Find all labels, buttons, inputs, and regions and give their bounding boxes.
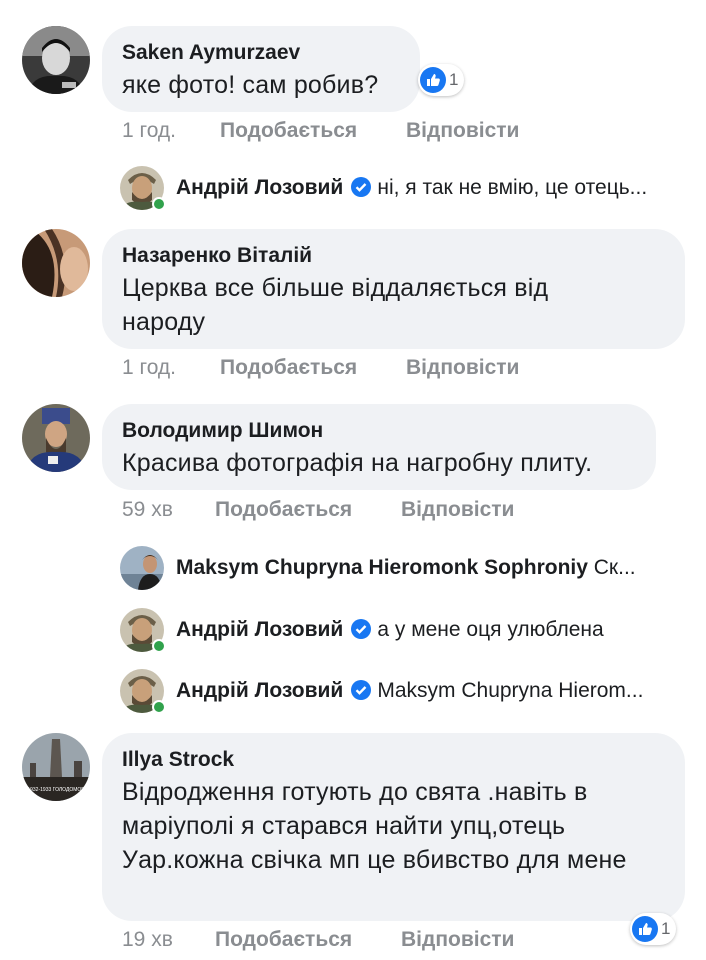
- like-button[interactable]: Подобається: [220, 117, 357, 145]
- reply-author[interactable]: Андрій Лозовий: [176, 679, 343, 702]
- avatar[interactable]: [22, 404, 90, 472]
- reply-text: ні, я так не вмію, це отець...: [377, 176, 648, 199]
- verified-badge-icon: [351, 177, 372, 197]
- comment-time[interactable]: 59 хв: [122, 496, 173, 524]
- reply-item: Андрій Лозовий ні, я так не вмію, це отец…: [120, 166, 706, 211]
- reply-button[interactable]: Відповісти: [406, 354, 519, 382]
- like-button[interactable]: Подобається: [220, 354, 357, 382]
- like-button[interactable]: Подобається: [215, 926, 352, 954]
- comment-bubble: Володимир Шимон Красива фотографія на на…: [102, 404, 656, 490]
- comment-time[interactable]: 1 год.: [122, 354, 176, 382]
- comment-author[interactable]: Illya Strock: [122, 747, 665, 773]
- reaction-number: 1: [449, 70, 459, 89]
- reply-line: Андрій Лозовий а у мене оця улюблена: [176, 616, 676, 644]
- reply-line: Андрій Лозовий Maksym Chupryna Hierom...: [176, 677, 676, 705]
- comment-author[interactable]: Володимир Шимон: [122, 418, 636, 444]
- like-button[interactable]: Подобається: [215, 496, 352, 524]
- comment-author[interactable]: Saken Aymurzaev: [122, 40, 400, 66]
- reply-button[interactable]: Відповісти: [401, 926, 514, 954]
- comment-text: яке фото! сам робив?: [122, 71, 379, 99]
- comment-actions: 59 хв Подобається Відповісти: [122, 496, 622, 524]
- reaction-number: 1: [661, 919, 671, 938]
- reply-text: а у мене оця улюблена: [377, 618, 604, 641]
- comment-actions: 19 хв Подобається Відповісти: [122, 926, 622, 954]
- comment-text: Відродження готують до свята .навіть в м…: [122, 778, 627, 874]
- reply-line: Андрій Лозовий ні, я так не вмію, це отец…: [176, 174, 676, 202]
- avatar[interactable]: [22, 229, 90, 297]
- comment-text: Красива фотографія на нагробну плиту.: [122, 449, 593, 477]
- verified-badge-icon: [351, 619, 372, 639]
- reply-item: Maksym Chupryna Hieromonk Sophroniy Ск..…: [120, 546, 706, 590]
- comment-time[interactable]: 19 хв: [122, 926, 173, 954]
- reply-author[interactable]: Андрій Лозовий: [176, 176, 343, 199]
- online-indicator: [152, 197, 166, 211]
- comment-bubble: Назаренко Віталій Церква все більше відд…: [102, 229, 685, 349]
- reply-button[interactable]: Відповісти: [406, 117, 519, 145]
- reply-text: Ск...: [593, 556, 636, 579]
- online-indicator: [152, 639, 166, 653]
- reaction-count[interactable]: 1: [630, 913, 677, 945]
- reply-item: Андрій Лозовий а у мене оця улюблена: [120, 608, 706, 653]
- online-indicator: [152, 700, 166, 714]
- reaction-count[interactable]: 1: [418, 64, 465, 96]
- comment-actions: 1 год. Подобається Відповісти: [122, 354, 622, 382]
- comment-actions: 1 год. Подобається Відповісти: [122, 117, 622, 145]
- comment-time[interactable]: 1 год.: [122, 117, 176, 145]
- reply-line: Maksym Chupryna Hieromonk Sophroniy Ск..…: [176, 554, 676, 582]
- avatar[interactable]: 1932-1933 ГОЛОДОМОР: [22, 733, 90, 801]
- comment-text: Церква все більше віддаляється від народ…: [122, 274, 549, 336]
- verified-badge-icon: [351, 680, 372, 700]
- reply-button[interactable]: Відповісти: [401, 496, 514, 524]
- comment-author[interactable]: Назаренко Віталій: [122, 243, 665, 269]
- reply-avatar[interactable]: [120, 546, 164, 590]
- comment-bubble: Illya Strock Відродження готують до свят…: [102, 733, 685, 921]
- comment-bubble: Saken Aymurzaev яке фото! сам робив?: [102, 26, 420, 112]
- reply-author[interactable]: Андрій Лозовий: [176, 618, 343, 641]
- reply-item: Андрій Лозовий Maksym Chupryna Hierom...: [120, 669, 706, 714]
- reply-text: Maksym Chupryna Hierom...: [377, 679, 644, 702]
- reply-author[interactable]: Maksym Chupryna Hieromonk Sophroniy: [176, 556, 588, 579]
- avatar[interactable]: [22, 26, 90, 94]
- like-icon: [632, 916, 658, 942]
- like-icon: [420, 67, 446, 93]
- avatar-caption: 1932-1933 ГОЛОДОМОР: [27, 787, 85, 793]
